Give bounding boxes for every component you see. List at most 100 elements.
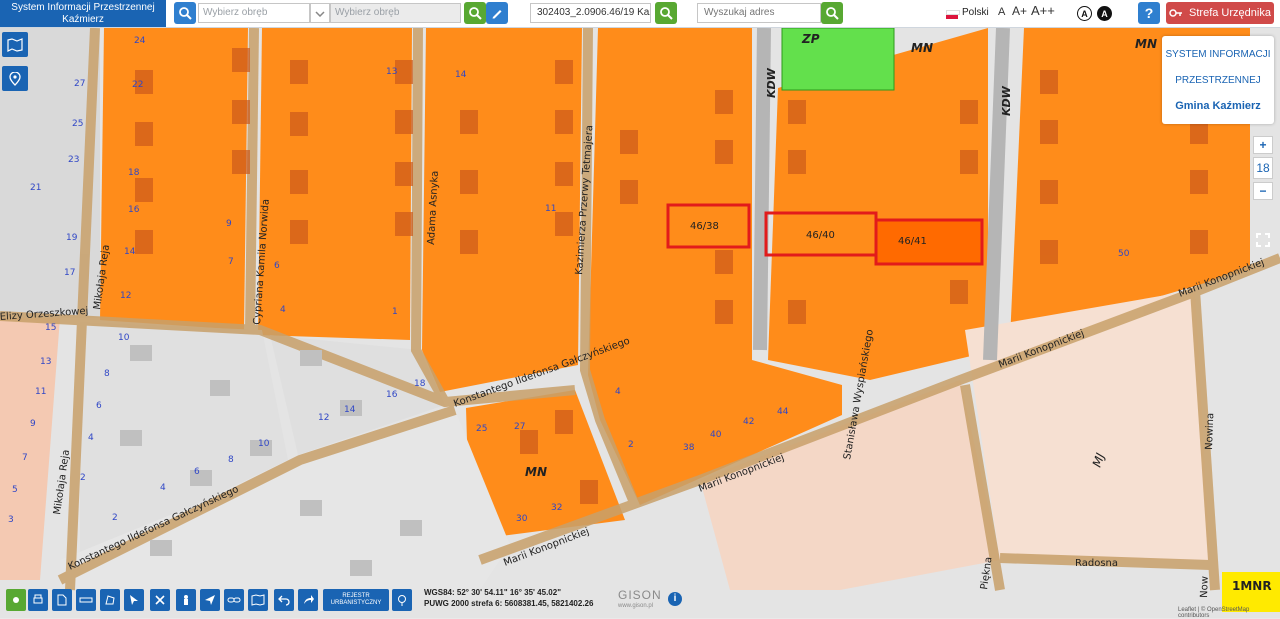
svg-text:32: 32 (551, 503, 562, 513)
svg-text:12: 12 (318, 413, 329, 423)
svg-text:27: 27 (514, 422, 525, 432)
address-search-field[interactable] (697, 3, 821, 23)
parcel-label: 46/41 (898, 236, 927, 247)
address-search-button[interactable] (821, 2, 843, 24)
official-zone-button[interactable]: Strefa Urzędnika (1166, 2, 1274, 24)
gison-logo[interactable]: GISON (618, 588, 662, 602)
svg-text:18: 18 (128, 168, 140, 178)
polish-flag-icon[interactable] (946, 10, 960, 19)
zone-label-mnr: 1MNR (1232, 579, 1272, 593)
zone-label-kdw: KDW (765, 67, 778, 98)
zoom-out-button[interactable]: − (1253, 182, 1273, 200)
tool-print-button[interactable] (28, 589, 48, 611)
gison-url[interactable]: www.gison.pl (618, 603, 653, 609)
svg-text:13: 13 (40, 357, 51, 367)
location-pin-icon (9, 71, 21, 86)
parcel-id-input[interactable] (535, 6, 650, 19)
top-bar: System Informacji Przestrzennej Kaźmierz… (0, 0, 1280, 28)
pencil-icon (492, 10, 502, 19)
tool-navigate-button[interactable] (200, 589, 220, 611)
parcel-search-mode-button[interactable] (174, 2, 196, 24)
close-icon (155, 595, 165, 605)
map-icon (7, 37, 23, 52)
tool-clear-button[interactable] (150, 589, 170, 611)
tool-person-button[interactable] (176, 589, 196, 611)
tool-link-button[interactable] (224, 589, 244, 611)
map-canvas[interactable]: Mikołaja Reja Mikołaja Reja Cypriana Kam… (0, 28, 1280, 618)
zoom-level: 18 (1253, 157, 1273, 179)
tool-undo-button[interactable] (274, 589, 294, 611)
svg-text:6: 6 (194, 467, 200, 477)
contrast-high-button[interactable]: A (1097, 6, 1112, 21)
font-size-medium-button[interactable]: A+ (1012, 4, 1027, 18)
precinct-search-button[interactable] (464, 2, 486, 24)
precinct-select-2[interactable]: Wybierz obręb (330, 3, 461, 23)
address-search-input[interactable] (702, 6, 820, 19)
app-title[interactable]: System Informacji Przestrzennej Kaźmierz (0, 0, 166, 27)
svg-text:13: 13 (386, 67, 397, 77)
svg-text:3: 3 (8, 515, 14, 525)
ruler-icon (79, 597, 93, 603)
svg-text:2: 2 (628, 440, 634, 450)
tool-measure-area-button[interactable] (100, 589, 120, 611)
tool-pan-button[interactable] (6, 589, 26, 611)
precinct-select-1[interactable]: Wybierz obręb (198, 3, 310, 23)
svg-text:4: 4 (280, 305, 286, 315)
panel-line2: PRZESTRZENNEJ (1175, 75, 1261, 86)
zoom-in-button[interactable]: + (1253, 136, 1273, 154)
map-layer[interactable]: Mikołaja Reja Mikołaja Reja Cypriana Kam… (0, 28, 1280, 618)
svg-text:1: 1 (392, 307, 398, 317)
map-attribution[interactable]: Leaflet | © OpenStreetMap contributors (1178, 607, 1280, 619)
font-size-large-button[interactable]: A++ (1031, 3, 1055, 18)
svg-text:4: 4 (88, 433, 94, 443)
locate-button[interactable] (2, 66, 28, 91)
zone-mn-block-1 (100, 28, 248, 330)
svg-text:9: 9 (30, 419, 36, 429)
svg-text:10: 10 (118, 333, 130, 343)
svg-text:4: 4 (615, 387, 621, 397)
key-icon (1169, 9, 1183, 17)
svg-text:38: 38 (683, 443, 695, 453)
svg-text:25: 25 (72, 119, 83, 129)
font-size-small-button[interactable]: A (998, 6, 1005, 18)
person-icon (184, 595, 188, 605)
parcel-46-41 (874, 218, 984, 266)
svg-text:14: 14 (344, 405, 356, 415)
tool-share-button[interactable] (298, 589, 318, 611)
parcel-id-field[interactable] (530, 3, 651, 23)
urban-register-line1: REJESTR (342, 593, 370, 599)
fullscreen-button[interactable] (1253, 233, 1273, 253)
svg-text:6: 6 (96, 401, 102, 411)
print-icon (33, 594, 43, 604)
precinct-dropdown-toggle[interactable] (310, 3, 330, 23)
svg-text:7: 7 (228, 257, 234, 267)
zone-label-mn: MN (911, 41, 933, 55)
svg-text:16: 16 (128, 205, 140, 215)
svg-text:6: 6 (274, 261, 280, 271)
svg-text:4: 4 (160, 483, 166, 493)
tool-info-button[interactable] (124, 589, 144, 611)
parcel-search-button[interactable] (655, 2, 677, 24)
contrast-normal-button[interactable]: A (1077, 6, 1092, 21)
info-icon[interactable]: i (668, 592, 682, 606)
svg-text:2: 2 (80, 473, 86, 483)
help-button[interactable]: ? (1138, 2, 1160, 24)
language-selector[interactable]: Polski (962, 7, 989, 18)
zone-label-kdw: KDW (1000, 85, 1013, 116)
svg-text:11: 11 (35, 387, 46, 397)
street-label: Now (1199, 576, 1211, 598)
street-label: Nowina (1204, 413, 1216, 450)
layers-button[interactable] (2, 32, 28, 57)
edit-button[interactable] (486, 2, 508, 24)
svg-text:30: 30 (516, 514, 528, 524)
official-zone-label: Strefa Urzędnika (1189, 7, 1271, 19)
svg-text:14: 14 (455, 70, 467, 80)
tool-document-button[interactable] (52, 589, 72, 611)
urban-register-button[interactable]: REJESTR URBANISTYCZNY (323, 589, 389, 611)
tool-measure-line-button[interactable] (76, 589, 96, 611)
tool-map-button[interactable] (248, 589, 268, 611)
coordinates-readout: WGS84: 52° 30' 54.11" 16° 35' 45.02" PUW… (424, 587, 618, 609)
tool-search-location-button[interactable] (392, 589, 412, 611)
fullscreen-icon (1256, 233, 1270, 247)
svg-text:22: 22 (132, 80, 143, 90)
